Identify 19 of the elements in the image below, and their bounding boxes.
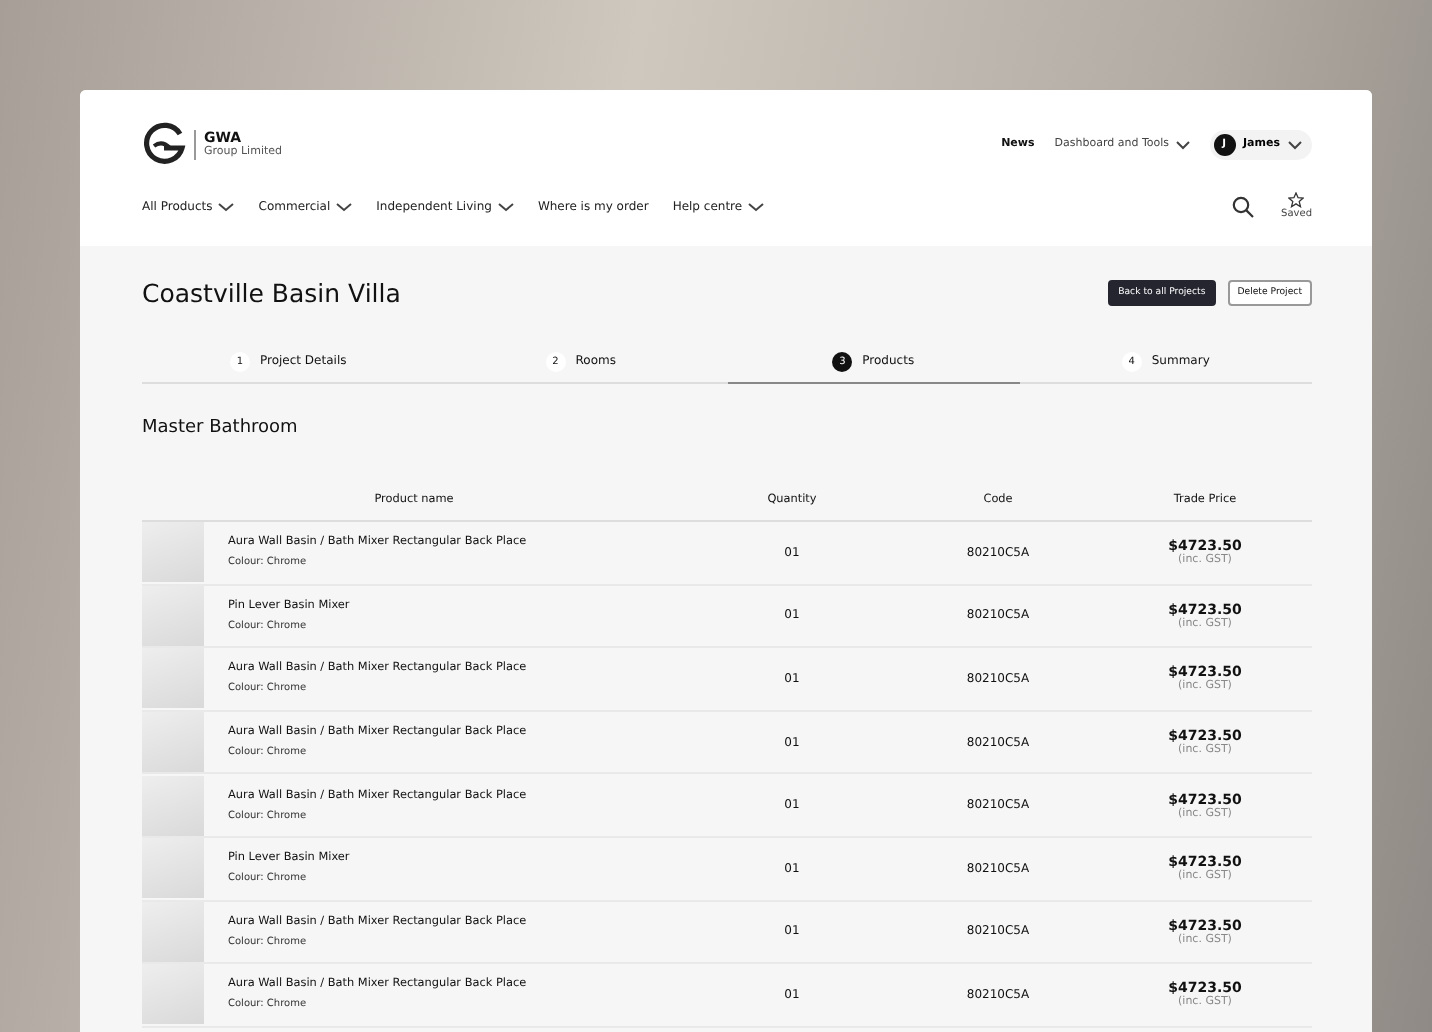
- photo-placeholder: [142, 901, 204, 962]
- star-icon: [1288, 192, 1305, 208]
- photo-placeholder: [142, 964, 204, 1025]
- chevron-icon: [1288, 139, 1302, 149]
- photo-placeholder: [142, 522, 204, 583]
- chevron-icon: [1175, 139, 1189, 149]
- room-title: Master Bathroom: [142, 418, 300, 438]
- photo-placeholder: [142, 648, 204, 709]
- photo-placeholder: [142, 585, 204, 646]
- chevron-icon: [497, 201, 514, 211]
- photo-placeholder: [142, 712, 204, 773]
- chevron-icon: [748, 201, 765, 211]
- chevron-icon: [218, 201, 235, 211]
- chevron-icon: [336, 201, 353, 211]
- photo-placeholder: [142, 775, 204, 836]
- logo-icon: [142, 122, 186, 166]
- page-title: Coastville Basin Villa: [142, 277, 401, 307]
- photo-placeholder: [142, 838, 204, 899]
- search-icon[interactable]: [1231, 195, 1254, 217]
